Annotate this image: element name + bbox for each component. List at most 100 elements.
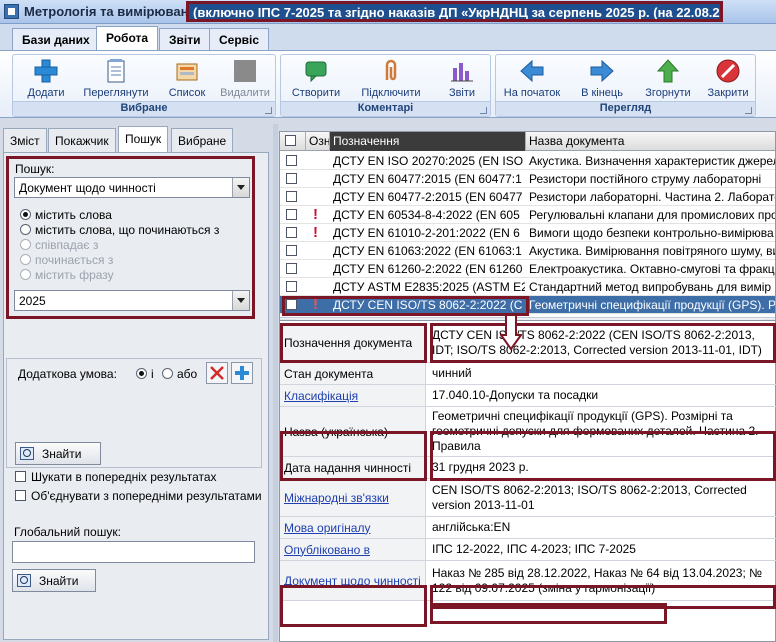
row-checkbox[interactable] [280,242,306,260]
close-button[interactable]: Закрити [700,57,756,101]
option-starts-with: починається з [20,253,113,267]
option-words-start-with[interactable]: містить слова, що починаються з [20,223,219,237]
search-field-select[interactable]: Документ щодо чинності [14,177,250,198]
chevron-down-icon [232,178,249,197]
go-end-button[interactable]: В кінець [572,57,632,101]
results-grid: Озн Позначення Назва документа ДСТУ EN I… [279,131,776,335]
row-mark [306,188,330,206]
row-checkbox[interactable] [280,188,306,206]
dialog-launcher-icon[interactable] [480,107,487,114]
remove-condition-button[interactable] [206,362,228,384]
highlight-status-doc-key [280,585,427,627]
plus-icon [34,59,58,83]
table-row[interactable]: ДСТУ EN 61063:2022 (EN 61063:1 Акустика. … [280,242,775,260]
column-mark[interactable]: Озн [306,132,330,151]
global-search-label: Глобальний пошук: [14,525,121,539]
tab-service[interactable]: Сервіс [209,28,270,51]
row-mark [306,260,330,278]
row-checkbox[interactable] [280,224,306,242]
table-row[interactable]: ДСТУ EN 60477-2:2015 (EN 60477 Резистори … [280,188,775,206]
table-row[interactable]: ! ДСТУ EN 60534-8-4:2022 (EN 605 Регулювал… [280,206,776,224]
column-designation[interactable]: Позначення [330,132,526,151]
extra-and-radio[interactable]: і [136,367,154,381]
tab-databases[interactable]: Бази даних [12,28,100,51]
group-comments: Створити Підключити Звіти Коментарі [280,54,491,117]
notepad-icon [107,59,125,83]
search-value-input[interactable]: 2025 [14,290,250,311]
row-checkbox[interactable] [280,278,306,296]
grid-header: Озн Позначення Назва документа [280,132,775,151]
column-title[interactable]: Назва документа [526,132,775,151]
tab-index[interactable]: Покажчик [48,128,116,152]
view-button[interactable]: Переглянути [78,57,154,101]
row-checkbox[interactable] [280,206,306,224]
detail-key[interactable]: Мова оригіналу [280,517,426,538]
dialog-launcher-icon[interactable] [265,107,272,114]
extra-or-radio[interactable]: або [162,367,197,381]
row-title: Акустика. Визначення характеристик джере… [529,154,776,168]
tab-favorites[interactable]: Вибране [171,128,234,152]
dialog-launcher-icon[interactable] [745,107,752,114]
highlight-status-doc-value-2 [430,603,667,624]
row-title: Регулювальні клапани для промислових про [529,208,776,222]
group-title-favorites: Вибране [13,101,275,116]
go-start-button[interactable]: На початок [499,57,565,101]
group-title-view: Перегляд [496,101,755,116]
row-checkbox[interactable] [280,152,306,170]
down-arrow-marker-icon [500,315,522,351]
create-comment-button[interactable]: Створити [288,57,344,101]
ribbon-tabs: Бази даних Робота Звіти Сервіс [0,24,776,51]
document-details: Позначення документа ДСТУ CEN ISO/TS 8062… [279,320,776,642]
title-bar: Метрологія та вимірювання (включно ІПС 7… [0,0,776,24]
find-button[interactable]: Знайти [15,442,101,465]
search-criteria-frame: Пошук: Документ щодо чинності містить сл… [6,156,255,319]
detail-key[interactable]: Міжнародні зв'язки [280,479,426,516]
tab-reports[interactable]: Звіти [159,28,211,51]
extra-condition-label: Додаткова умова: [18,367,117,381]
delete-disabled-icon [234,60,256,82]
detail-row: Міжнародні зв'язки CEN ISO/TS 8062-2:2013… [280,479,776,517]
ribbon: Додати Переглянути Список Видалити Вибра… [0,50,776,118]
add-button[interactable]: Додати [18,57,74,101]
detail-value: англійська:EN [432,520,511,534]
highlight-title-key [280,431,427,481]
attach-button[interactable]: Підключити [356,57,426,101]
detail-key[interactable]: Класифікація [280,385,426,406]
option-contains-words[interactable]: містить слова [20,208,112,222]
table-row[interactable]: ДСТУ EN 61260-2:2022 (EN 61260 Електроаку… [280,260,775,278]
global-find-button[interactable]: Знайти [12,569,96,592]
row-designation: ДСТУ EN 61010-2-201:2022 (EN 6 [333,226,520,240]
collapse-button[interactable]: Згорнути [638,57,698,101]
row-designation: ДСТУ EN 61260-2:2022 (EN 61260 [333,262,523,276]
blue-plus-icon [235,366,249,380]
row-designation: ДСТУ EN 60477:2015 (EN 60477:1 [333,172,522,186]
table-row[interactable]: ДСТУ EN ISO 20270:2025 (EN ISO Акустика. … [280,152,776,170]
row-mark [306,242,330,260]
tab-contents[interactable]: Зміст [3,128,47,152]
panel-splitter[interactable] [273,124,278,642]
add-condition-button[interactable] [231,362,253,384]
detail-row: Мова оригіналу англійська:EN [280,517,776,539]
row-designation: ДСТУ EN 60477-2:2015 (EN 60477 [333,190,523,204]
row-checkbox[interactable] [280,170,306,188]
close-circle-icon [716,59,740,83]
find-icon [17,574,31,587]
table-row[interactable]: ДСТУ EN 60477:2015 (EN 60477:1 Резистори … [280,170,775,188]
detail-key[interactable]: Опубліковано в [280,539,426,560]
tab-work[interactable]: Робота [96,26,159,51]
row-title: Вимоги щодо безпеки контрольно-вимірюва [529,226,774,240]
select-all-checkbox[interactable] [280,132,306,151]
detail-row: Стан документа чинний [280,363,776,385]
comment-reports-button[interactable]: Звіти [434,57,490,101]
merge-results-checkbox[interactable]: Об'єднувати з попередніми результатами [15,489,262,503]
tab-search[interactable]: Пошук [118,126,169,152]
table-row[interactable]: ДСТУ ASTM E2835:2025 (ASTM E2 Стандартний… [280,278,775,296]
paperclip-icon [385,59,397,81]
row-checkbox[interactable] [280,260,306,278]
search-in-results-checkbox[interactable]: Шукати в попередніх результатах [15,470,217,484]
table-row[interactable]: ! ДСТУ EN 61010-2-201:2022 (EN 6 Вимоги що… [280,224,775,242]
arrow-up-icon [656,59,680,83]
delete-button[interactable]: Видалити [217,57,273,101]
global-search-input[interactable] [12,541,255,563]
list-button[interactable]: Список [159,57,215,101]
